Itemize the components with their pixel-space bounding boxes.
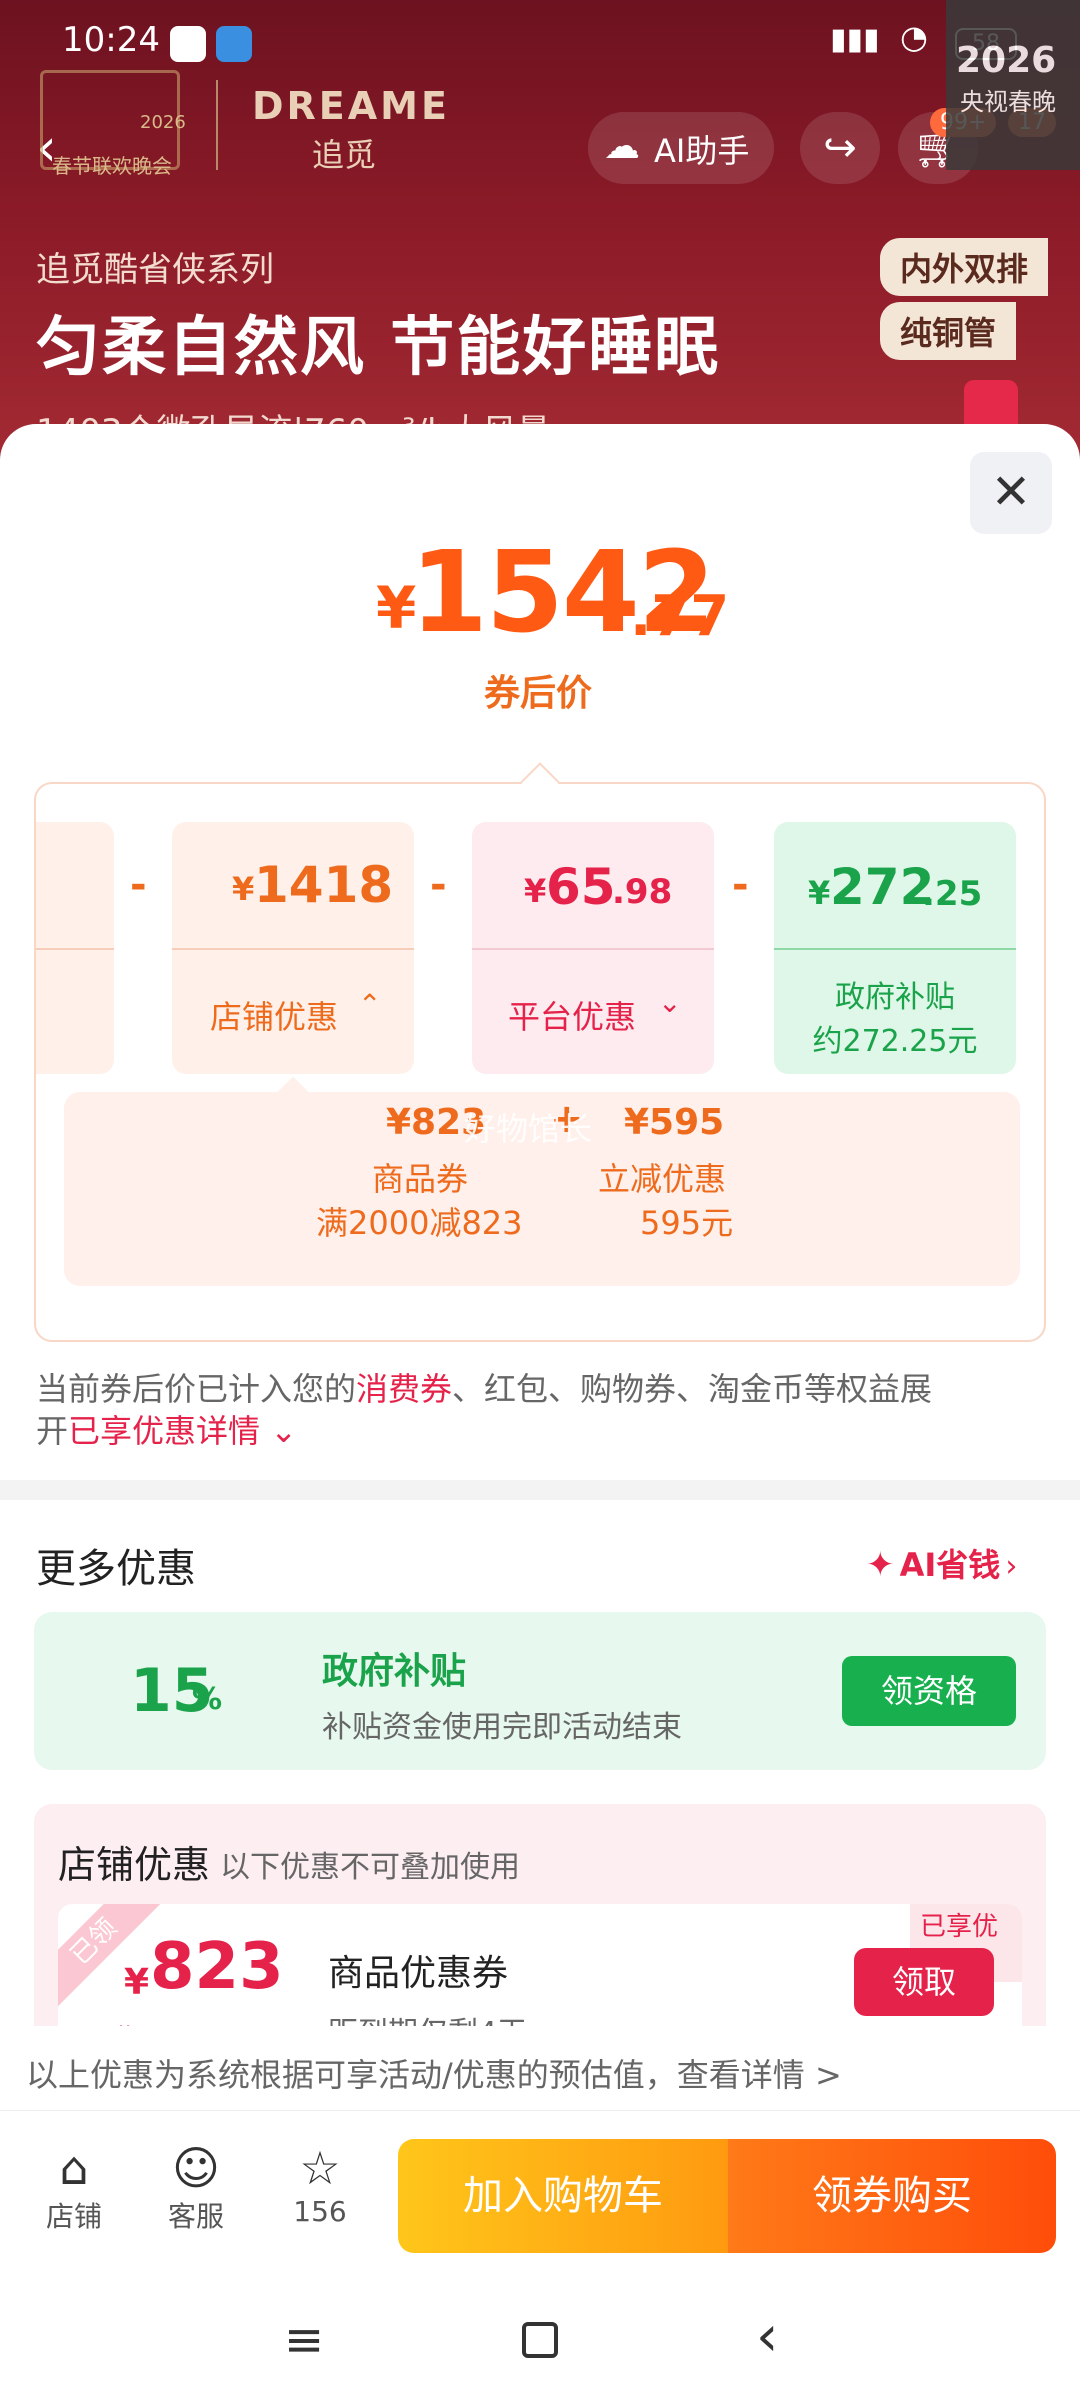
share-icon[interactable]: ↪	[800, 112, 880, 184]
bottom-action-bar: ⌂ 店铺 ☺ 客服 ☆ 156 加入购物车 领券购买	[0, 2110, 1080, 2290]
gov-subsidy-offer-card: 15 % 政府补贴 补贴资金使用完即活动结束 领资格	[34, 1612, 1046, 1770]
price-decimal: .77	[630, 584, 730, 649]
ai-sparkle-icon: ✦	[866, 1545, 895, 1585]
original-price-card	[36, 822, 114, 1074]
ai-assistant-button[interactable]: ☁ AI助手	[588, 112, 774, 184]
store-icon: ⌂	[59, 2141, 89, 2195]
brand-name: DREAME	[252, 84, 450, 128]
instant-discount-desc: 595元	[640, 1204, 734, 1242]
brand-name-cn: 追觅	[312, 136, 377, 174]
claim-and-buy-button[interactable]: 领券购买	[728, 2139, 1056, 2253]
panel-pointer	[520, 762, 560, 802]
gov-subsidy-decimal: .25	[922, 874, 983, 914]
shop-section-note: 以下优惠不可叠加使用	[220, 1850, 520, 1885]
ai-assistant-label: AI助手	[654, 132, 750, 170]
promo-title: 匀柔自然风 节能好睡眠	[36, 311, 721, 385]
ai-sparkle-icon: ☁	[604, 126, 640, 167]
favorite-nav-item[interactable]: ☆ 156	[276, 2141, 364, 2228]
close-icon[interactable]: ✕	[970, 452, 1052, 534]
more-discounts-title: 更多优惠	[36, 1546, 196, 1592]
gov-subsidy-integer: 272	[830, 858, 935, 916]
notification-app-icon	[216, 26, 252, 62]
consumer-coupon-link[interactable]: 消费券	[356, 1370, 452, 1408]
instant-discount-amount: ¥595	[624, 1102, 725, 1143]
shop-discount-detail: ¥823 商品券 满2000减823 + 好物馆长 ¥595 立减优惠 595元	[64, 1092, 1020, 1286]
customer-service-icon: ☺	[172, 2141, 220, 2195]
back-nav-icon[interactable]: ‹	[756, 2304, 778, 2369]
system-navigation-bar: ≡ ‹	[0, 2290, 1080, 2400]
claim-coupon-button[interactable]: 领取	[854, 1948, 994, 2016]
favorite-count: 156	[293, 2195, 347, 2228]
coupon-name: 商品优惠券	[328, 1953, 509, 1994]
ai-save-money-label: AI省钱	[899, 1546, 1001, 1584]
qq-app-icon	[170, 26, 206, 62]
gov-percent-sign: %	[192, 1682, 223, 1717]
platform-discount-decimal: .98	[612, 872, 673, 912]
coupon-item-desc: 满2000减823	[316, 1204, 523, 1242]
shop-discount-currency: ¥	[232, 870, 255, 908]
promo-series: 追觅酷省侠系列	[36, 250, 274, 290]
discount-details-link[interactable]: 已享优惠详情	[68, 1412, 260, 1450]
cctv-year: 2026	[956, 40, 1057, 81]
chevron-down-icon[interactable]: ⌄	[260, 1412, 297, 1450]
chevron-down-icon: ⌄	[658, 986, 682, 1019]
promo-tag-copper-pipe: 纯铜管	[880, 302, 1017, 360]
price-breakdown-panel: - ¥ 1418 店铺优惠 ⌃ - ¥ 65 .98 平台优惠 ⌄ - ¥ 27…	[34, 762, 1046, 1342]
shop-discount-card[interactable]: ¥ 1418 店铺优惠 ⌃	[172, 822, 414, 1074]
ai-save-money-link[interactable]: ✦ AI省钱 ›	[866, 1540, 1017, 1586]
gov-offer-title: 政府补贴	[322, 1651, 467, 1692]
service-nav-label: 客服	[167, 2200, 224, 2233]
service-nav-item[interactable]: ☺ 客服	[152, 2141, 240, 2235]
star-icon: ☆	[299, 2141, 341, 2195]
gov-subsidy-amount-text: 约272.25元	[812, 1024, 978, 1059]
platform-discount-integer: 65	[546, 858, 616, 916]
platform-discount-label: 平台优惠	[508, 998, 637, 1036]
gov-subsidy-card: ¥ 272 .25 政府补贴 约272.25元	[774, 822, 1016, 1074]
minus-sign-3: -	[732, 862, 749, 908]
minus-sign-1: -	[130, 862, 147, 908]
product-header-background: 10:24 ▮▮▮ ◔ 58 ‹ 2026 春节联欢晚会 DREAME 追觅 ☁…	[0, 0, 1080, 460]
coupon-currency: ¥	[124, 1962, 150, 2003]
gov-subsidy-currency: ¥	[808, 874, 831, 912]
menu-icon[interactable]: ≡	[284, 2312, 324, 2368]
claim-eligibility-button[interactable]: 领资格	[842, 1656, 1016, 1726]
watermark-text: 好物馆长	[464, 1110, 593, 1148]
gala-name: 春节联欢晚会	[52, 154, 172, 178]
gov-offer-desc: 补贴资金使用完即活动结束	[322, 1710, 682, 1745]
instant-discount-name: 立减优惠	[598, 1160, 727, 1198]
home-icon[interactable]	[522, 2322, 558, 2358]
minus-sign-2: -	[430, 862, 447, 908]
chevron-up-icon: ⌃	[358, 988, 382, 1021]
gov-subsidy-label: 政府补贴	[835, 980, 955, 1015]
price-notice: 当前券后价已计入您的消费券、红包、购物券、淘金币等权益展 开已享优惠详情 ⌄	[36, 1368, 1046, 1452]
notice-text-3: 开	[36, 1412, 69, 1450]
section-divider	[0, 1480, 1080, 1500]
notice-text-2: 、红包、购物券、淘金币等权益展	[452, 1370, 933, 1408]
price-label: 券后价	[484, 673, 593, 714]
shop-nav-label: 店铺	[45, 2200, 102, 2233]
coupon-item-name: 商品券	[372, 1160, 469, 1198]
status-time: 10:24	[62, 20, 160, 60]
platform-discount-currency: ¥	[524, 872, 547, 910]
signal-icon: ▮▮▮	[830, 22, 880, 57]
promo-tag-dual-exhaust: 内外双排	[880, 238, 1049, 296]
gala-year: 2026	[140, 112, 186, 133]
brand-divider	[216, 80, 218, 170]
platform-discount-card[interactable]: ¥ 65 .98 平台优惠 ⌄	[472, 822, 714, 1074]
shop-discount-label: 店铺优惠	[210, 998, 339, 1036]
cctv-label: 央视春晚	[960, 88, 1056, 116]
shop-nav-item[interactable]: ⌂ 店铺	[30, 2141, 118, 2235]
notice-text-1: 当前券后价已计入您的	[36, 1370, 357, 1408]
wifi-icon: ◔	[900, 18, 928, 56]
cctv-gala-banner: 2026 央视春晚	[946, 0, 1080, 170]
add-to-cart-button[interactable]: 加入购物车	[398, 2139, 728, 2253]
shop-discount-value: 1418	[254, 856, 394, 914]
coupon-amount: 823	[150, 1930, 284, 2004]
estimate-note[interactable]: 以上优惠为系统根据可享活动/优惠的预估值，查看详情 >	[26, 2050, 842, 2096]
chevron-right-icon: ›	[1005, 1549, 1018, 1584]
shop-section-title: 店铺优惠	[58, 1843, 211, 1887]
coupon-price-sheet: ✕ ¥ 1542 .77 券后价 - ¥ 1418 店铺优惠 ⌃ - ¥ 65 …	[0, 424, 1080, 2124]
